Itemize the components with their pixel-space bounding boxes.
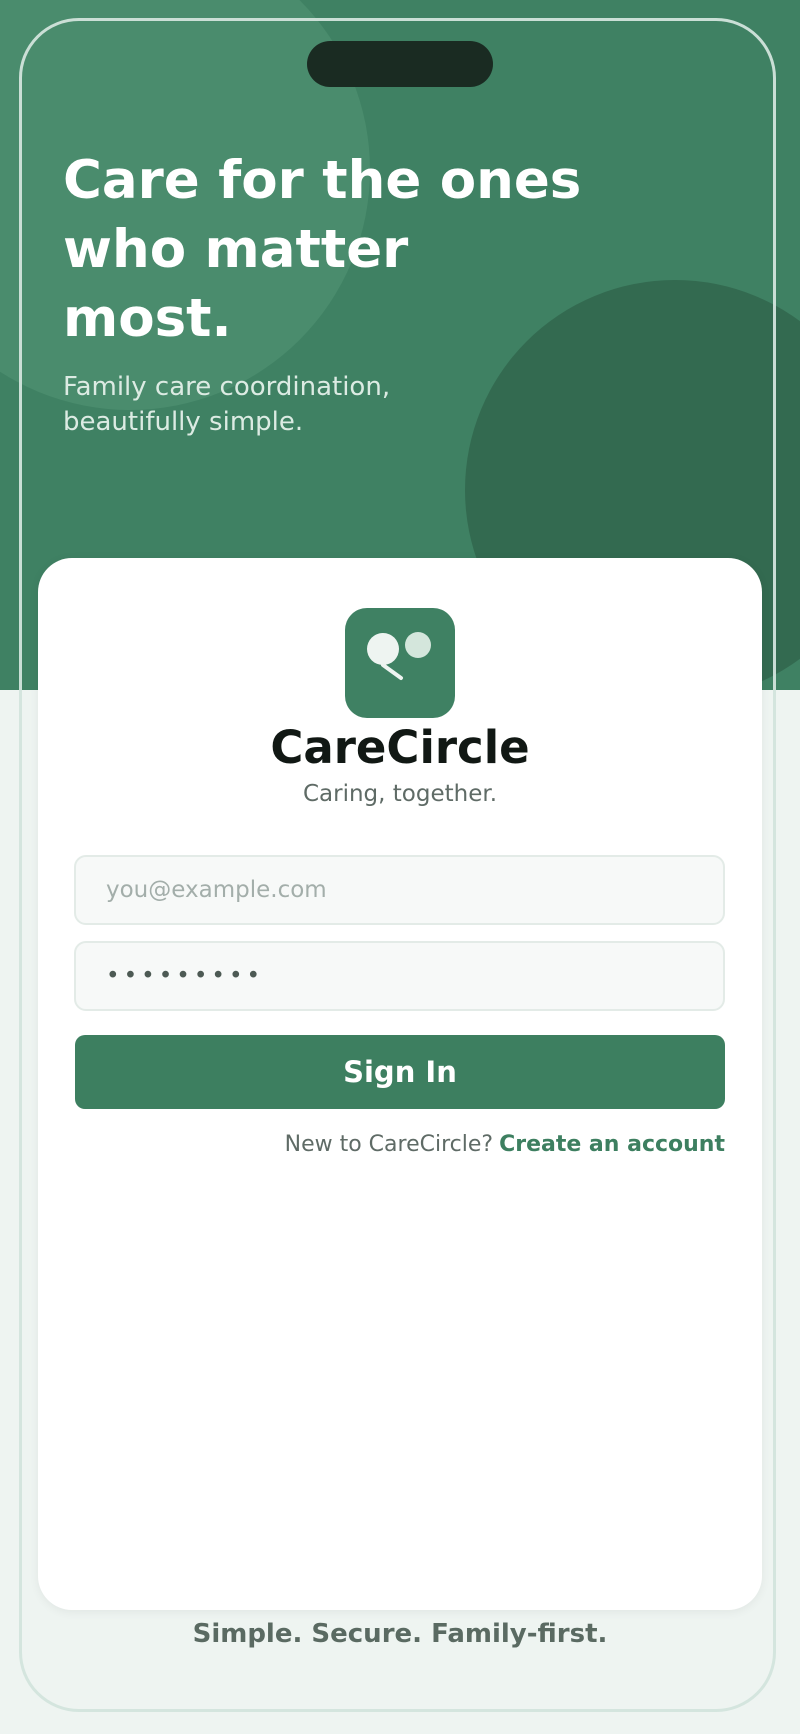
app-name: CareCircle: [270, 721, 530, 774]
sign-in-button[interactable]: Sign In: [75, 1035, 725, 1109]
device-notch: [307, 41, 493, 87]
hero-title: Care for the ones who matter most.: [63, 150, 582, 349]
email-field[interactable]: [74, 855, 725, 925]
create-account-link[interactable]: Create an account: [499, 1132, 725, 1157]
hero-subtitle: Family care coordination, beautifully si…: [63, 372, 391, 437]
signup-prompt-row: New to CareCircle? Create an account: [285, 1128, 725, 1162]
chat-bubbles-icon: [345, 608, 455, 718]
app-tagline: Caring, together.: [302, 781, 498, 807]
signup-prompt-text: New to CareCircle?: [284, 1132, 494, 1157]
password-field[interactable]: [74, 941, 725, 1011]
footer-tagline: Simple. Secure. Family-first.: [192, 1619, 608, 1649]
